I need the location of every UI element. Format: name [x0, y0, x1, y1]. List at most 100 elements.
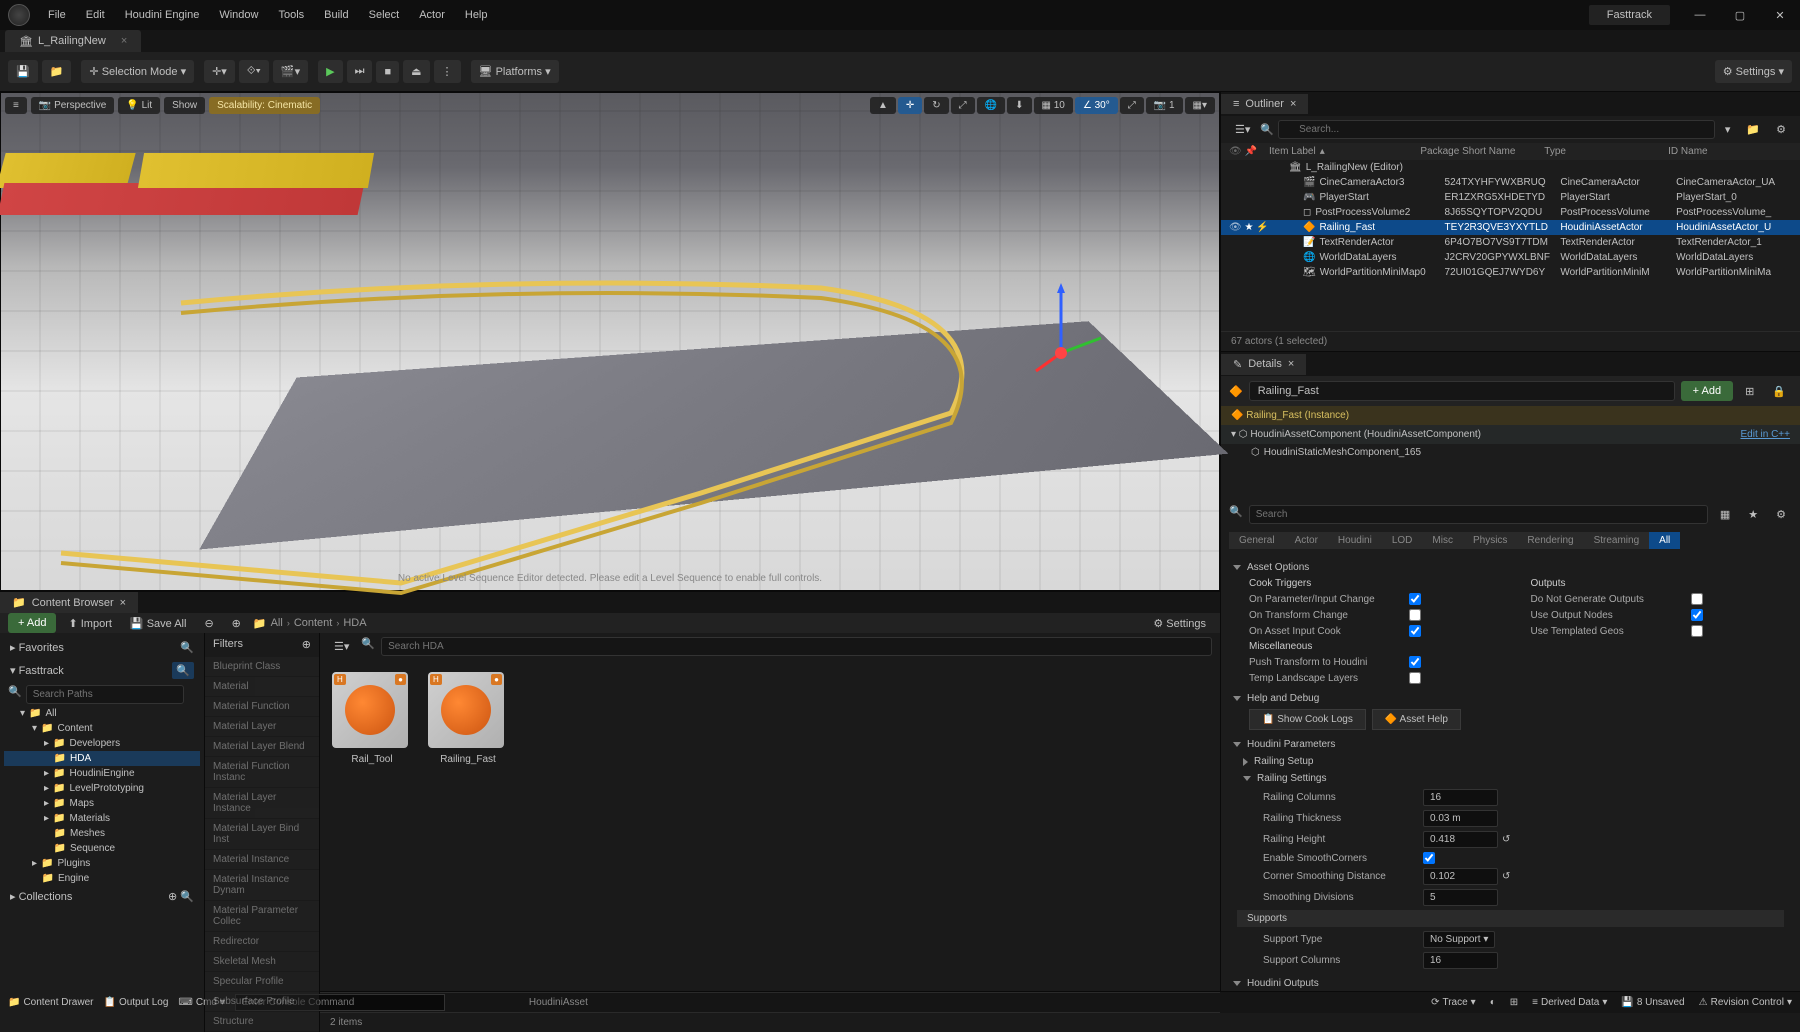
- search-icon[interactable]: 🔍: [180, 891, 194, 903]
- filter-item[interactable]: Structure: [205, 1012, 319, 1031]
- cinematics-button[interactable]: 🎬▾: [273, 60, 308, 83]
- save-button[interactable]: 💾: [8, 60, 38, 83]
- cat-misc[interactable]: Misc: [1422, 532, 1463, 549]
- viewport-scene[interactable]: [1, 93, 1219, 590]
- filter-item[interactable]: Material Layer: [205, 717, 319, 736]
- add-collection-icon[interactable]: ⊕: [168, 891, 177, 903]
- grid-snap-button[interactable]: ▦ 10: [1034, 97, 1073, 114]
- outliner-settings-button[interactable]: ⚙: [1770, 120, 1792, 139]
- play-options-button[interactable]: ⋮: [434, 60, 461, 83]
- cat-lod[interactable]: LOD: [1382, 532, 1423, 549]
- asset-railing-fast[interactable]: H● Railing_Fast: [428, 672, 508, 767]
- cat-general[interactable]: General: [1229, 532, 1285, 549]
- support-columns-input[interactable]: [1423, 952, 1498, 969]
- maximize-button[interactable]: ▢: [1720, 0, 1760, 30]
- on-transform-change-checkbox[interactable]: [1409, 609, 1421, 621]
- cat-all[interactable]: All: [1649, 532, 1680, 549]
- close-panel-icon[interactable]: ×: [1288, 358, 1294, 370]
- stop-button[interactable]: ■: [376, 61, 399, 83]
- railing-setup-header[interactable]: Railing Setup: [1229, 753, 1792, 770]
- menu-window[interactable]: Window: [209, 3, 268, 27]
- outliner-row[interactable]: 📝 TextRenderActor 6P4O7BO7VS9T7TDM TextR…: [1221, 235, 1800, 250]
- settings-dropdown[interactable]: ⚙ Settings ▾: [1715, 60, 1792, 83]
- use-output-nodes-checkbox[interactable]: [1691, 609, 1703, 621]
- menu-actor[interactable]: Actor: [409, 3, 455, 27]
- railing-height-input[interactable]: [1423, 831, 1498, 848]
- filter-item[interactable]: Material Layer Blend: [205, 737, 319, 756]
- cat-physics[interactable]: Physics: [1463, 532, 1517, 549]
- col-id[interactable]: ID Name: [1668, 146, 1792, 157]
- col-type[interactable]: Type: [1544, 146, 1668, 157]
- support-type-dropdown[interactable]: No Support ▾: [1423, 931, 1495, 948]
- reset-icon[interactable]: ↺: [1502, 871, 1510, 882]
- asset-component-header[interactable]: ▾ ⬡ HoudiniAssetComponent (HoudiniAssetC…: [1221, 425, 1800, 444]
- rotation-snap-button[interactable]: ∠ 30°: [1075, 97, 1118, 114]
- play-button[interactable]: ▶: [318, 60, 342, 83]
- filter-item[interactable]: Subsurface Profile: [205, 992, 319, 1011]
- derived-data-button[interactable]: ≡ Derived Data ▾: [1532, 997, 1607, 1008]
- platforms-dropdown[interactable]: 🖥 Platforms ▾: [471, 60, 559, 83]
- scale-snap-button[interactable]: ⤢: [1120, 97, 1144, 114]
- static-mesh-component[interactable]: ⬡ HoudiniStaticMeshComponent_165: [1221, 444, 1800, 461]
- menu-houdini-engine[interactable]: Houdini Engine: [115, 3, 210, 27]
- tree-plugins[interactable]: ▸ 📁 Plugins: [4, 856, 200, 871]
- viewport-layout-button[interactable]: ▦▾: [1185, 97, 1215, 114]
- outliner-search-input[interactable]: [1278, 120, 1715, 139]
- unsaved-button[interactable]: 💾 8 Unsaved: [1621, 997, 1684, 1008]
- railing-columns-input[interactable]: [1423, 789, 1498, 806]
- filter-item[interactable]: Material Instance: [205, 850, 319, 869]
- outliner-row[interactable]: 🗺 WorldPartitionMiniMap0 72UI01GQEJ7WYD6…: [1221, 265, 1800, 280]
- outliner-filter-button[interactable]: ☰▾: [1229, 120, 1256, 139]
- temp-landscape-checkbox[interactable]: [1409, 672, 1421, 684]
- houdini-parameters-header[interactable]: Houdini Parameters: [1229, 736, 1792, 753]
- edit-cpp-link[interactable]: Edit in C++: [1741, 429, 1790, 440]
- status-icon[interactable]: ◐: [1490, 997, 1496, 1008]
- outliner-tab[interactable]: ≡ Outliner ×: [1221, 94, 1308, 114]
- outliner-row-selected[interactable]: ★ ⚡ 🔶 Railing_Fast TEY2R3QVE3YXYTLD Houd…: [1221, 220, 1800, 235]
- select-tool-button[interactable]: ▲: [870, 97, 896, 114]
- gizmo-icon[interactable]: [1031, 283, 1111, 373]
- blueprints-button[interactable]: ⟐▾: [239, 60, 269, 83]
- no-outputs-checkbox[interactable]: [1691, 593, 1703, 605]
- tree-all[interactable]: ▾ 📁 All: [4, 706, 200, 721]
- railing-settings-header[interactable]: Railing Settings: [1229, 770, 1792, 787]
- tree-houdiniengine[interactable]: ▸ 📁 HoudiniEngine: [4, 766, 200, 781]
- visibility-header-icon[interactable]: [1229, 146, 1242, 157]
- editor-mode-dropdown[interactable]: ✛ Selection Mode ▾: [81, 60, 194, 83]
- col-item-label[interactable]: Item Label ▴: [1269, 146, 1420, 157]
- minimize-button[interactable]: —: [1680, 0, 1720, 30]
- filter-item[interactable]: Material Layer Bind Inst: [205, 819, 319, 849]
- tree-engine[interactable]: 📁 Engine: [4, 871, 200, 886]
- collections-section[interactable]: ▸ Collections ⊕ 🔍: [4, 886, 200, 907]
- tree-sequence[interactable]: 📁 Sequence: [4, 841, 200, 856]
- show-dropdown[interactable]: Show: [164, 97, 205, 114]
- filter-item[interactable]: Material Instance Dynam: [205, 870, 319, 900]
- close-tab-icon[interactable]: ×: [121, 35, 127, 47]
- details-lock-button[interactable]: 🔒: [1766, 382, 1792, 401]
- cat-houdini[interactable]: Houdini: [1328, 532, 1382, 549]
- on-param-change-checkbox[interactable]: [1409, 593, 1421, 605]
- details-tab[interactable]: ✎ Details ×: [1221, 354, 1306, 375]
- tree-materials[interactable]: ▸ 📁 Materials: [4, 811, 200, 826]
- filter-item[interactable]: Material Function Instanc: [205, 757, 319, 787]
- output-log-button[interactable]: 📋 Output Log: [103, 997, 168, 1008]
- play-skip-button[interactable]: ⏭: [347, 60, 373, 83]
- tree-hda[interactable]: 📁 HDA: [4, 751, 200, 766]
- trace-button[interactable]: ⟳ Trace ▾: [1431, 997, 1476, 1008]
- filter-item[interactable]: Material Function: [205, 697, 319, 716]
- translate-tool-button[interactable]: ✛: [898, 97, 922, 114]
- perspective-dropdown[interactable]: 📷 Perspective: [31, 97, 114, 114]
- push-transform-checkbox[interactable]: [1409, 656, 1421, 668]
- eject-button[interactable]: ⏏: [403, 60, 429, 83]
- filter-item[interactable]: Material Layer Instance: [205, 788, 319, 818]
- details-settings-button[interactable]: ⚙: [1770, 505, 1792, 524]
- scale-tool-button[interactable]: ⤢: [951, 97, 975, 114]
- col-package[interactable]: Package Short Name: [1420, 146, 1544, 157]
- content-drawer-button[interactable]: 📁 Content Drawer: [8, 997, 93, 1008]
- filter-item[interactable]: Skeletal Mesh: [205, 952, 319, 971]
- outliner-row[interactable]: 🎬 CineCameraActor3 524TXYHFYWXBRUQ CineC…: [1221, 175, 1800, 190]
- asset-help-button[interactable]: 🔶 Asset Help: [1372, 709, 1461, 730]
- filter-item[interactable]: Material Parameter Collec: [205, 901, 319, 931]
- save-options-button[interactable]: 📁: [42, 60, 72, 83]
- scalability-button[interactable]: Scalability: Cinematic: [209, 97, 320, 114]
